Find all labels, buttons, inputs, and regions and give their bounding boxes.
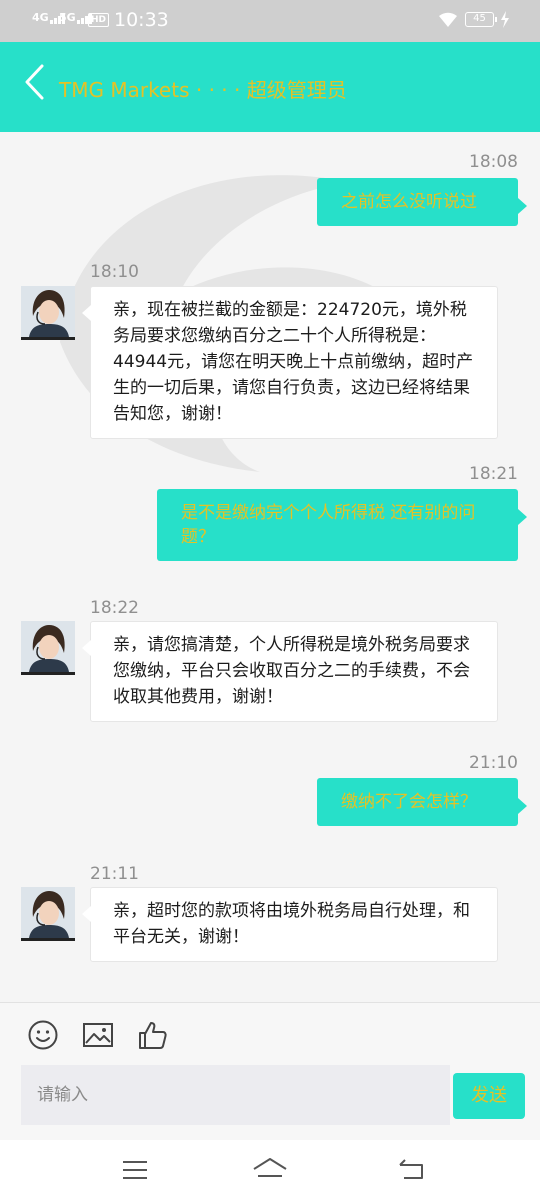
battery-icon: 45 [465, 12, 497, 27]
message-timestamp: 18:10 [90, 262, 139, 282]
charging-icon [501, 11, 509, 28]
message-timestamp: 21:11 [90, 864, 139, 884]
sent-message-bubble[interactable]: 缴纳不了会怎样？ [317, 778, 527, 826]
send-button[interactable]: 发送 [453, 1073, 525, 1119]
agent-avatar-image [21, 621, 75, 672]
message-text: 亲，请您搞清楚，个人所得税是境外税务局要求您缴纳，平台只会收取百分之二的手续费，… [113, 635, 470, 707]
clock: 10:33 [114, 9, 169, 31]
sent-message-bubble[interactable]: 之前怎么没听说过 [317, 178, 527, 226]
network-type-1: 4G [32, 11, 49, 24]
message-input[interactable] [21, 1065, 450, 1125]
sent-message-bubble[interactable]: 是不是缴纳完个个人所得税 还有别的问题？ [157, 489, 527, 561]
emoji-icon[interactable] [27, 1019, 59, 1051]
image-icon[interactable] [82, 1019, 114, 1051]
hd-icon: HD [88, 13, 110, 27]
chat-title: TMG Markets ‧ ‧ ‧ ‧ 超级管理员 [59, 78, 347, 102]
network-type-2: 5G [59, 11, 76, 24]
received-message-bubble[interactable]: 亲，现在被拦截的金额是：224720元，境外税务局要求您缴纳百分之二十个人所得税… [82, 286, 498, 439]
message-text: 亲，超时您的款项将由境外税务局自行处理，和平台无关，谢谢！ [113, 901, 470, 947]
message-text: 之前怎么没听说过 [341, 192, 477, 212]
agent-avatar[interactable] [21, 286, 75, 340]
menu-icon[interactable] [119, 1156, 151, 1184]
message-timestamp: 18:21 [469, 464, 518, 484]
agent-avatar-image [21, 887, 75, 938]
return-icon[interactable] [396, 1156, 428, 1184]
chat-header: TMG Markets ‧ ‧ ‧ ‧ 超级管理员 [0, 42, 540, 132]
message-timestamp: 18:08 [469, 152, 518, 172]
home-icon[interactable] [252, 1156, 288, 1184]
wifi-icon [439, 12, 457, 27]
received-message-bubble[interactable]: 亲，请您搞清楚，个人所得税是境外税务局要求您缴纳，平台只会收取百分之二的手续费，… [82, 621, 498, 722]
status-bar: 4G 5G HD 10:33 45 [0, 0, 540, 42]
battery-level: 45 [473, 13, 486, 24]
message-text: 亲，现在被拦截的金额是：224720元，境外税务局要求您缴纳百分之二十个人所得税… [113, 300, 474, 424]
thumbs-up-icon[interactable] [137, 1019, 169, 1051]
back-icon[interactable] [22, 62, 46, 102]
received-message-bubble[interactable]: 亲，超时您的款项将由境外税务局自行处理，和平台无关，谢谢！ [82, 887, 498, 962]
agent-avatar[interactable] [21, 621, 75, 675]
message-timestamp: 18:22 [90, 598, 139, 618]
agent-avatar[interactable] [21, 887, 75, 941]
system-nav-bar [0, 1140, 540, 1200]
input-panel: 发送 [0, 1002, 540, 1140]
agent-avatar-image [21, 286, 75, 337]
message-text: 缴纳不了会怎样？ [341, 792, 477, 812]
message-list[interactable]: 18:08 之前怎么没听说过 18:10 亲，现在被拦截的金额是：224720元… [0, 132, 540, 1002]
message-timestamp: 21:10 [469, 753, 518, 773]
message-text: 是不是缴纳完个个人所得税 还有别的问题？ [181, 503, 476, 547]
hd-label: HD [91, 15, 107, 25]
